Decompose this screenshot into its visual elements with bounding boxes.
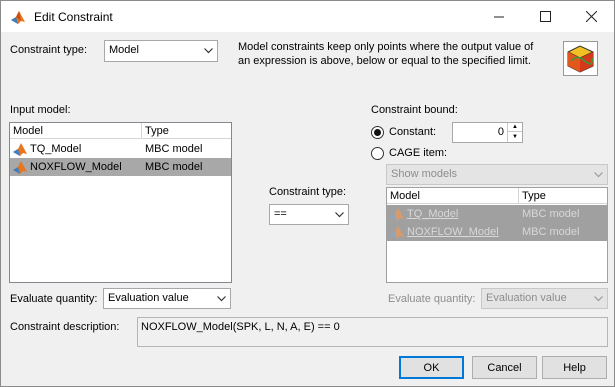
title-bar: Edit Constraint	[1, 1, 614, 32]
close-button[interactable]	[568, 1, 614, 32]
cage-model-list[interactable]: Model Type TQ_Model MBC model NOXFLOW_Mo…	[386, 187, 608, 283]
model-name: NOXFLOW_Model	[407, 226, 499, 238]
list-item[interactable]: TQ_Model MBC model	[387, 205, 607, 223]
ok-button[interactable]: OK	[399, 356, 464, 379]
model-type: MBC model	[522, 208, 580, 220]
model-type: MBC model	[145, 143, 203, 155]
operator-label: Constraint type:	[269, 186, 347, 198]
cancel-button[interactable]: Cancel	[472, 356, 537, 379]
constraint-bound-label: Constraint bound:	[371, 104, 458, 116]
model-icon	[13, 143, 27, 156]
column-header-model[interactable]: Model	[13, 125, 43, 137]
input-model-label: Input model:	[10, 104, 71, 116]
column-header-model[interactable]: Model	[390, 190, 420, 202]
list-item[interactable]: NOXFLOW_Model MBC model	[10, 158, 231, 176]
column-header-type[interactable]: Type	[145, 125, 169, 137]
constraint-type-value: Model	[109, 44, 139, 56]
spin-up-icon[interactable]: ▲	[508, 123, 522, 132]
model-icon	[390, 208, 404, 221]
constraint-type-label: Constraint type:	[10, 44, 88, 56]
bound-evaluate-quantity-value: Evaluation value	[486, 292, 567, 304]
maximize-icon	[539, 11, 551, 22]
constraint-type-select[interactable]: Model	[104, 40, 218, 62]
minimize-icon	[493, 16, 504, 18]
show-models-select[interactable]: Show models	[386, 164, 608, 185]
constant-spinner[interactable]: 0 ▲ ▼	[452, 122, 523, 143]
constant-label: Constant:	[389, 126, 437, 138]
constraint-description-box: NOXFLOW_Model(SPK, L, N, A, E) == 0	[137, 317, 608, 347]
constraint-description-text: NOXFLOW_Model(SPK, L, N, A, E) == 0	[141, 321, 340, 333]
model-name: TQ_Model	[407, 208, 459, 220]
model-name: NOXFLOW_Model	[30, 161, 122, 173]
help-button[interactable]: Help	[542, 356, 607, 379]
window-title: Edit Constraint	[34, 10, 113, 24]
chevron-down-icon	[590, 165, 607, 184]
maximize-button[interactable]	[522, 1, 568, 32]
constant-radio[interactable]	[371, 126, 384, 139]
show-models-value: Show models	[391, 168, 458, 180]
chevron-down-icon	[213, 289, 230, 308]
minimize-button[interactable]	[476, 1, 522, 32]
edit-constraint-dialog: Edit Constraint Constraint type: Model M…	[0, 0, 615, 387]
input-model-list[interactable]: Model Type TQ_Model MBC model NOXFLOW_Mo…	[9, 122, 232, 283]
evaluate-quantity-label: Evaluate quantity:	[10, 293, 98, 305]
chevron-down-icon	[331, 205, 348, 224]
close-icon	[585, 11, 597, 22]
list-header: Model Type	[10, 123, 231, 139]
constraint-description-label: Constraint description:	[10, 321, 120, 333]
matlab-icon	[11, 11, 25, 24]
cage-item-label: CAGE item:	[389, 147, 448, 159]
model-type: MBC model	[522, 226, 580, 238]
list-item[interactable]: NOXFLOW_Model MBC model	[387, 223, 607, 241]
bound-evaluate-quantity-select[interactable]: Evaluation value	[481, 288, 608, 309]
model-name: TQ_Model	[30, 143, 82, 155]
cage-item-radio[interactable]	[371, 147, 384, 160]
spin-down-icon[interactable]: ▼	[508, 132, 522, 141]
bound-evaluate-quantity-label: Evaluate quantity:	[388, 293, 476, 305]
evaluate-quantity-select[interactable]: Evaluation value	[103, 288, 231, 309]
model-icon	[13, 161, 27, 174]
constraint-cube-icon	[563, 41, 598, 76]
model-type: MBC model	[145, 161, 203, 173]
constant-value: 0	[497, 126, 504, 138]
constraint-type-info: Model constraints keep only points where…	[238, 41, 534, 67]
list-header: Model Type	[387, 188, 607, 204]
operator-value: ==	[274, 208, 287, 220]
model-icon	[390, 226, 404, 239]
column-header-type[interactable]: Type	[522, 190, 546, 202]
operator-select[interactable]: ==	[269, 204, 349, 225]
chevron-down-icon	[200, 41, 217, 60]
list-item[interactable]: TQ_Model MBC model	[10, 140, 231, 158]
evaluate-quantity-value: Evaluation value	[108, 292, 189, 304]
chevron-down-icon	[590, 289, 607, 308]
